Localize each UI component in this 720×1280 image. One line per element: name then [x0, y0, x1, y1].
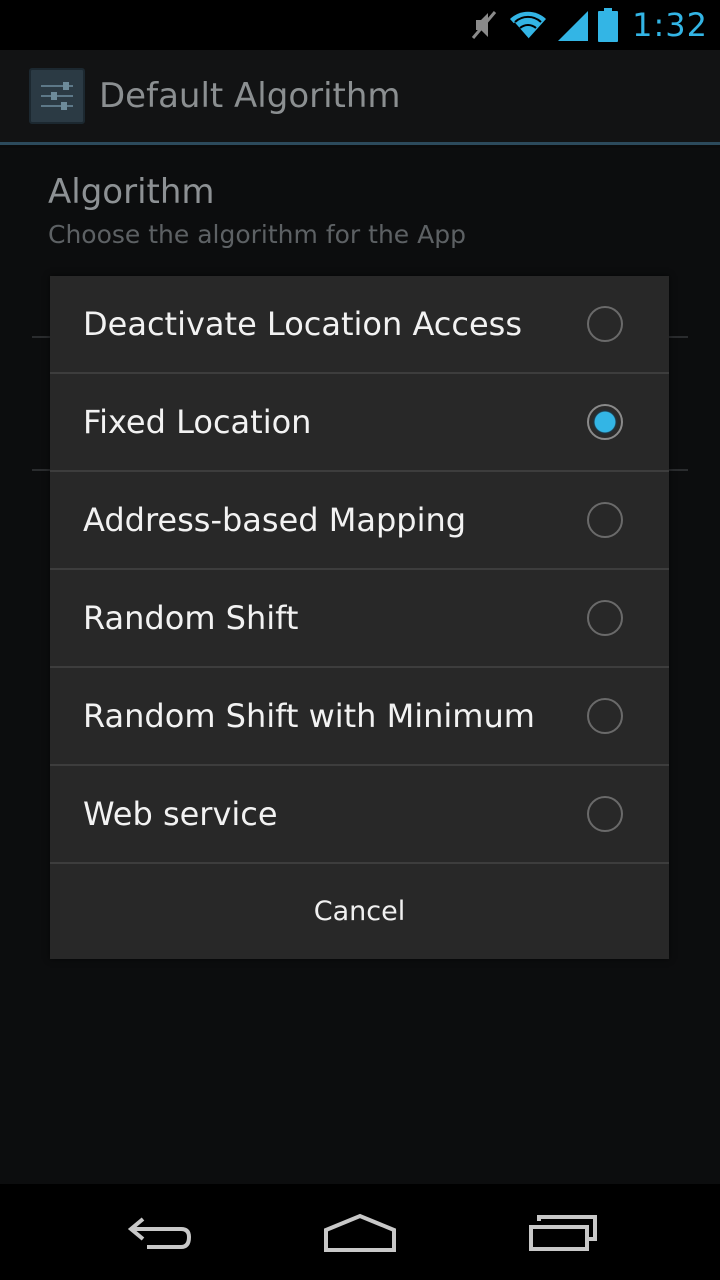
- settings-sliders-icon[interactable]: [29, 68, 85, 124]
- preference-title: Algorithm: [48, 172, 215, 212]
- option-label: Random Shift: [83, 599, 299, 637]
- back-icon[interactable]: [120, 1208, 200, 1258]
- radio-button[interactable]: [587, 306, 623, 342]
- status-bar: 1:32: [0, 0, 720, 50]
- algorithm-dialog: Deactivate Location Access Fixed Locatio…: [50, 276, 669, 959]
- signal-icon: [558, 9, 589, 41]
- option-fixed-location[interactable]: Fixed Location: [50, 374, 669, 472]
- cancel-button[interactable]: Cancel: [50, 864, 669, 959]
- option-label: Deactivate Location Access: [83, 305, 522, 343]
- wifi-icon: [508, 9, 548, 41]
- option-web-service[interactable]: Web service: [50, 766, 669, 864]
- recent-apps-icon[interactable]: [522, 1208, 602, 1258]
- option-label: Web service: [83, 795, 278, 833]
- radio-button[interactable]: [587, 600, 623, 636]
- option-random-shift-with-minimum[interactable]: Random Shift with Minimum: [50, 668, 669, 766]
- radio-button[interactable]: [587, 796, 623, 832]
- status-time: 1:32: [632, 6, 708, 44]
- option-label: Random Shift with Minimum: [83, 697, 535, 735]
- preference-summary: Choose the algorithm for the App: [48, 220, 466, 249]
- cancel-label: Cancel: [313, 896, 406, 927]
- option-deactivate-location-access[interactable]: Deactivate Location Access: [50, 276, 669, 374]
- radio-button-checked[interactable]: [587, 404, 623, 440]
- page-title: Default Algorithm: [99, 76, 401, 116]
- option-address-based-mapping[interactable]: Address-based Mapping: [50, 472, 669, 570]
- action-bar: Default Algorithm: [0, 50, 720, 145]
- home-icon[interactable]: [320, 1208, 400, 1258]
- radio-button[interactable]: [587, 698, 623, 734]
- mute-icon: [470, 8, 498, 42]
- navigation-bar: [0, 1184, 720, 1280]
- option-label: Address-based Mapping: [83, 501, 467, 539]
- option-label: Fixed Location: [83, 403, 312, 441]
- radio-button[interactable]: [587, 502, 623, 538]
- option-random-shift[interactable]: Random Shift: [50, 570, 669, 668]
- battery-icon: [598, 8, 619, 42]
